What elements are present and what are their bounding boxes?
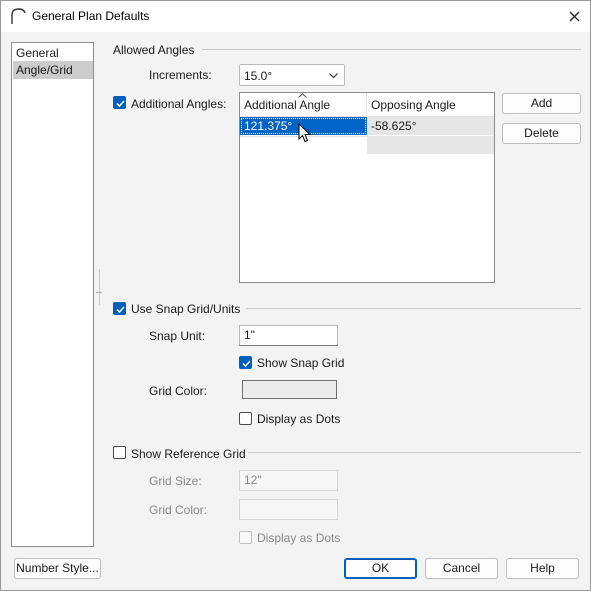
grid-color-swatch[interactable]: [242, 380, 337, 399]
close-icon: [569, 11, 579, 21]
add-button[interactable]: Add: [502, 93, 581, 114]
column-header-label: Opposing Angle: [371, 98, 456, 112]
number-style-button[interactable]: Number Style...: [14, 558, 101, 579]
snap-unit-label: Snap Unit:: [149, 329, 206, 343]
window-title: General Plan Defaults: [32, 9, 150, 23]
title-bar: General Plan Defaults: [1, 1, 590, 32]
display-as-dots-checkbox[interactable]: [239, 412, 252, 425]
display-as-dots-label: Display as Dots: [257, 412, 341, 426]
increments-label: Increments:: [149, 68, 212, 82]
checkmark-icon: [116, 306, 125, 314]
mouse-pointer-icon: [298, 123, 312, 143]
nav-item-angle-grid[interactable]: Angle/Grid: [13, 61, 93, 79]
ok-button[interactable]: OK: [344, 558, 417, 579]
checkmark-icon: [116, 100, 125, 108]
panel-splitter[interactable]: [99, 269, 100, 305]
additional-angles-label: Additional Angles:: [131, 97, 227, 111]
show-reference-grid-label: Show Reference Grid: [131, 447, 246, 461]
reference-grid-color-label: Grid Color:: [149, 503, 208, 517]
section-divider: [246, 308, 581, 309]
chevron-down-icon: [329, 73, 338, 79]
grid-size-label: Grid Size:: [149, 474, 202, 488]
reference-display-as-dots-label: Display as Dots: [257, 531, 341, 545]
additional-angles-table: Additional Angle Opposing Angle 121.375°…: [239, 92, 495, 283]
nav-item-general[interactable]: General: [13, 44, 93, 62]
grid-size-input: 12": [239, 470, 338, 491]
grid-color-label: Grid Color:: [149, 384, 208, 398]
arch-icon: [11, 8, 26, 24]
table-cell-opposing-angle: -58.625°: [367, 117, 494, 135]
column-header-additional-angle[interactable]: Additional Angle: [240, 93, 367, 117]
show-snap-grid-label: Show Snap Grid: [257, 356, 345, 370]
increments-value: 15.0°: [244, 69, 273, 83]
show-snap-grid-checkbox[interactable]: [239, 356, 252, 369]
column-header-opposing-angle[interactable]: Opposing Angle: [367, 93, 494, 117]
show-reference-grid-checkbox[interactable]: [113, 446, 126, 459]
nav-list: General Angle/Grid: [11, 42, 94, 547]
reference-display-as-dots-checkbox: [239, 531, 252, 544]
section-divider: [248, 452, 581, 453]
snap-unit-input[interactable]: 1": [239, 325, 338, 346]
additional-angles-checkbox[interactable]: [113, 96, 126, 109]
column-header-label: Additional Angle: [244, 98, 331, 112]
use-snap-grid-label: Use Snap Grid/Units: [131, 302, 241, 316]
allowed-angles-title: Allowed Angles: [113, 43, 195, 57]
delete-button[interactable]: Delete: [502, 123, 581, 144]
sort-caret-icon: [298, 93, 307, 98]
splitter-handle: [96, 292, 102, 293]
table-cell-opposing-angle: [367, 136, 494, 154]
close-button[interactable]: [561, 4, 587, 28]
increments-dropdown[interactable]: 15.0°: [239, 64, 345, 86]
help-button[interactable]: Help: [506, 558, 579, 579]
use-snap-grid-checkbox[interactable]: [113, 302, 126, 315]
cancel-button[interactable]: Cancel: [425, 558, 498, 579]
section-divider: [202, 49, 581, 50]
general-plan-defaults-dialog: General Plan Defaults General Angle/Grid…: [0, 0, 591, 591]
checkmark-icon: [242, 360, 251, 368]
reference-grid-color-swatch: [239, 499, 338, 520]
